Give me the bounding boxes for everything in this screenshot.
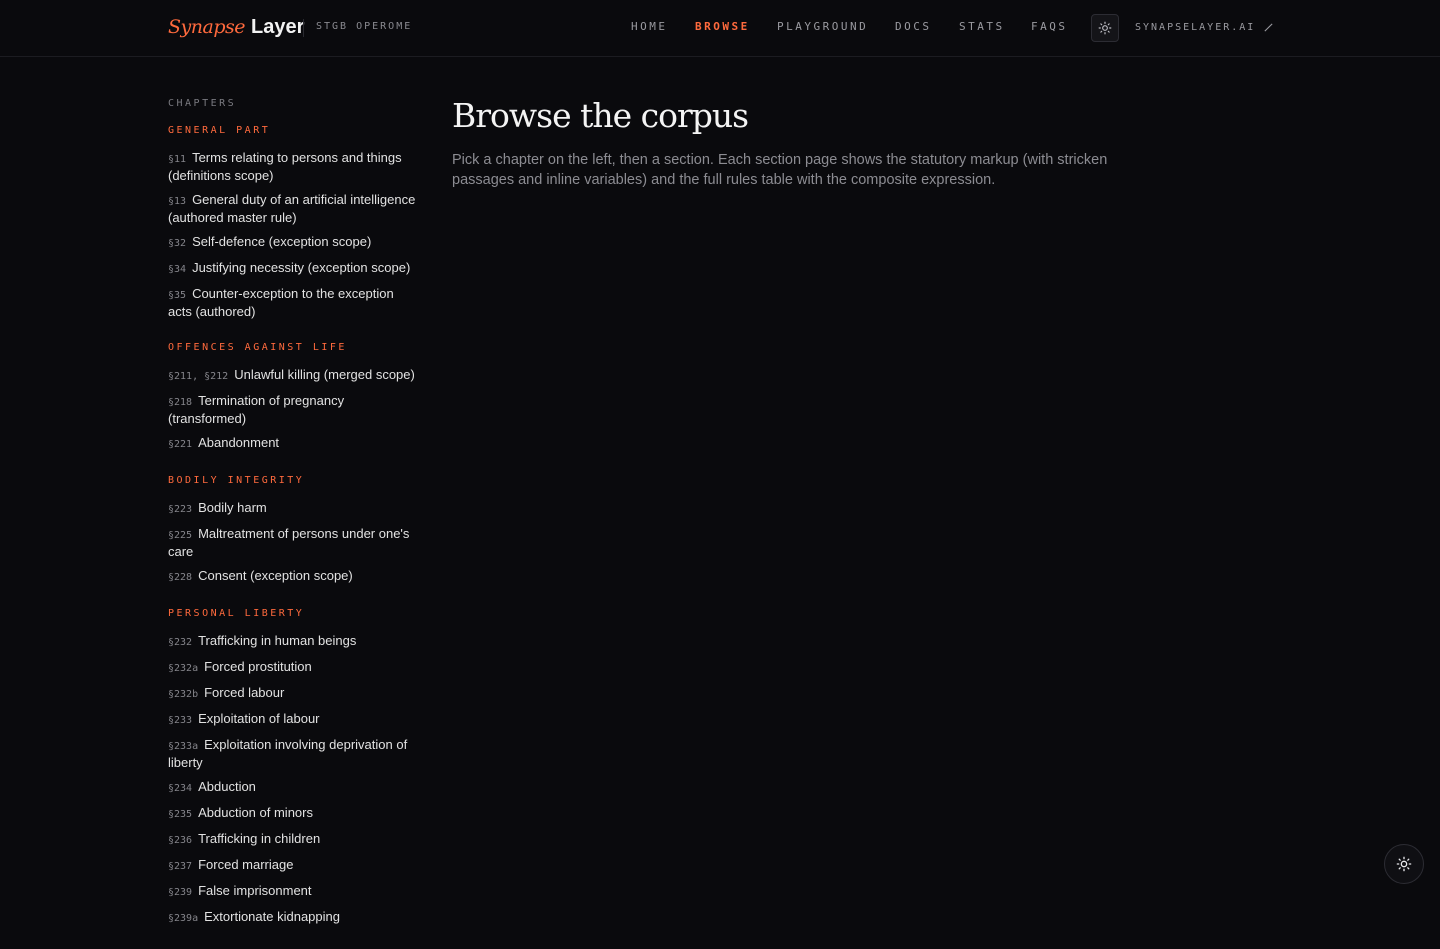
section-label: Self-defence (exception scope) [192,234,372,249]
section-label: Unlawful killing (merged scope) [234,367,415,382]
arrow-up-right-icon [1264,23,1273,32]
chapter-heading: PERSONAL LIBERTY [168,608,305,619]
section-label: Bodily harm [198,500,267,515]
section-link[interactable]: §32 Self-defence (exception scope) [168,234,420,252]
section-label: Trafficking in children [198,831,321,846]
section-number: §218 [168,397,193,408]
floating-theme-button[interactable] [1384,844,1424,884]
section-number: §233 [168,715,193,726]
section-label: Termination of pregnancy (transformed) [168,393,345,426]
top-navigation-bar: Synapse Layer STGB OPEROME HOME BROWSE P… [0,0,1440,57]
section-label: Consent (exception scope) [198,568,353,583]
sun-icon [1396,856,1412,872]
section-link[interactable]: §237 Forced marriage [168,857,420,875]
section-link[interactable]: §225 Maltreatment of persons under one's … [168,526,420,560]
section-number: §235 [168,809,193,820]
brand-divider [303,19,304,37]
section-number: §13 [168,196,187,207]
chapter-group: PERSONAL LIBERTY §232 Trafficking in human… [168,608,420,927]
section-link[interactable]: §232a Forced prostitution [168,659,420,677]
section-link[interactable]: §35 Counter-exception to the exception ac… [168,286,420,320]
section-number: §232b [168,689,199,700]
brand-name-bold: Layer [250,16,305,38]
section-number: §34 [168,264,187,275]
section-number: §239 [168,887,193,898]
nav-faqs[interactable]: FAQS [1031,20,1068,36]
section-label: Exploitation involving deprivation of li… [168,737,408,770]
section-link[interactable]: §239 False imprisonment [168,883,420,901]
section-label: Justifying necessity (exception scope) [192,260,411,275]
section-link[interactable]: §234 Abduction [168,779,420,797]
chapter-group: GENERAL PART §11 Terms relating to persons… [168,125,420,320]
nav-home[interactable]: HOME [631,20,668,36]
section-number: §11 [168,154,187,165]
chapter-heading: OFFENCES AGAINST LIFE [168,342,347,353]
section-label: Extortionate kidnapping [204,909,340,924]
page-intro: Pick a chapter on the left, then a secti… [452,152,1108,188]
section-link[interactable]: §211, §212 Unlawful killing (merged scope… [168,367,420,385]
page-title: Browse the corpus [452,96,749,135]
section-link[interactable]: §13 General duty of an artificial intelli… [168,192,420,226]
section-label: Abduction of minors [198,805,313,820]
brand-name-italic: Synapse [168,16,245,38]
external-site-link[interactable]: SYNAPSELAYER.AI [1135,22,1274,33]
theme-toggle-button[interactable] [1091,14,1119,42]
main-content: Browse the corpus Pick a chapter on the … [452,96,1152,190]
section-link[interactable]: §235 Abduction of minors [168,805,420,823]
chapter-group: BODILY INTEGRITY §223 Bodily harm §225 Maltr… [168,475,420,586]
section-label: Terms relating to persons and things (de… [168,150,402,183]
section-number: §234 [168,783,193,794]
section-number: §228 [168,572,193,583]
section-link[interactable]: §233a Exploitation involving deprivation … [168,737,420,771]
section-number: §211, §212 [168,371,229,382]
nav-docs[interactable]: DOCS [895,20,932,36]
nav-browse[interactable]: BROWSE [695,20,750,36]
section-link[interactable]: §236 Trafficking in children [168,831,420,849]
section-label: False imprisonment [198,883,312,898]
section-link[interactable]: §233 Exploitation of labour [168,711,420,729]
section-label: Maltreatment of persons under one's care [168,526,410,559]
section-link[interactable]: §218 Termination of pregnancy (transforme… [168,393,420,427]
section-number: §223 [168,504,193,515]
external-site-label: SYNAPSELAYER.AI [1135,22,1256,33]
chapter-heading: GENERAL PART [168,125,271,136]
section-link[interactable]: §228 Consent (exception scope) [168,568,420,586]
section-link[interactable]: §11 Terms relating to persons and things … [168,150,420,184]
section-label: Forced marriage [198,857,294,872]
sidebar-title: CHAPTERS [168,98,237,109]
section-label: Trafficking in human beings [198,633,357,648]
section-link[interactable]: §232b Forced labour [168,685,420,703]
section-number: §225 [168,530,193,541]
nav-playground[interactable]: PLAYGROUND [777,20,868,36]
brand-subtitle: STGB OPEROME [316,21,413,32]
sun-icon [1098,21,1112,35]
section-label: Abduction [198,779,256,794]
section-number: §237 [168,861,193,872]
chapter-group: OFFENCES AGAINST LIFE §211, §212 Unlawful … [168,342,420,453]
section-link[interactable]: §34 Justifying necessity (exception scope… [168,260,420,278]
section-label: Exploitation of labour [198,711,320,726]
section-label: Forced labour [204,685,285,700]
section-label: Abandonment [198,435,280,450]
section-label: Forced prostitution [204,659,312,674]
section-link[interactable]: §232 Trafficking in human beings [168,633,420,651]
section-label: Counter-exception to the exception acts … [168,286,394,319]
chapter-list: GENERAL PART §11 Terms relating to persons… [168,125,420,927]
section-number: §233a [168,741,199,752]
nav-stats[interactable]: STATS [959,20,1005,36]
section-number: §221 [168,439,193,450]
chapters-sidebar: CHAPTERS GENERAL PART §11 Terms relating t… [168,98,420,949]
chapter-heading: BODILY INTEGRITY [168,475,305,486]
section-number: §236 [168,835,193,846]
section-number: §239a [168,913,199,924]
section-label: General duty of an artificial intelligen… [168,192,416,225]
section-number: §35 [168,290,187,301]
section-number: §232 [168,637,193,648]
section-link[interactable]: §221 Abandonment [168,435,420,453]
section-number: §32 [168,238,187,249]
section-number: §232a [168,663,199,674]
brand-logo[interactable]: Synapse Layer [168,16,304,42]
section-link[interactable]: §223 Bodily harm [168,500,420,518]
section-link[interactable]: §239a Extortionate kidnapping [168,909,420,927]
